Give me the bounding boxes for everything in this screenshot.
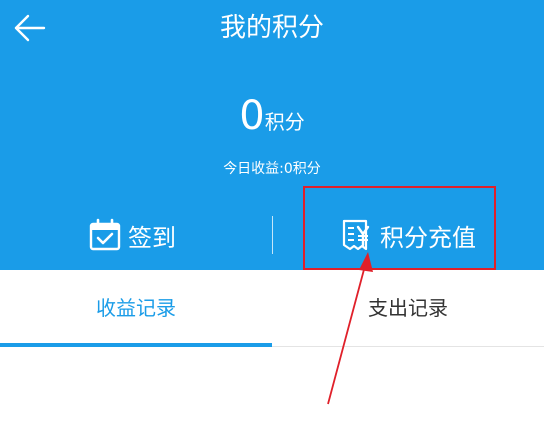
records-tab-bar: 收益记录 支出记录 bbox=[0, 270, 544, 347]
checkin-button[interactable]: 签到 bbox=[88, 210, 176, 260]
page-title: 我的积分 bbox=[219, 13, 324, 43]
my-points-page: 我的积分 0积分 今日收益:0积分 签到 积分充值 收益记录 支出记录 bbox=[0, 0, 544, 432]
points-unit: 积分 bbox=[264, 110, 305, 134]
action-divider bbox=[272, 216, 273, 254]
today-earnings: 今日收益:0积分 bbox=[223, 161, 321, 177]
tab-expense-records[interactable]: 支出记录 bbox=[272, 270, 544, 346]
points-balance: 0积分 bbox=[0, 92, 544, 146]
checkin-label: 签到 bbox=[128, 223, 176, 252]
active-tab-indicator bbox=[0, 343, 272, 347]
calendar-check-icon bbox=[89, 218, 121, 251]
points-value: 0 bbox=[239, 93, 265, 139]
points-recharge-button[interactable]: 积分充值 bbox=[340, 210, 476, 260]
tab-income-records[interactable]: 收益记录 bbox=[0, 270, 272, 346]
back-button[interactable] bbox=[6, 8, 50, 48]
recharge-label: 积分充值 bbox=[380, 223, 476, 252]
invoice-yen-icon bbox=[342, 219, 370, 251]
header-panel: 我的积分 0积分 今日收益:0积分 签到 积分充值 bbox=[0, 0, 544, 270]
arrow-left-icon bbox=[14, 14, 46, 42]
